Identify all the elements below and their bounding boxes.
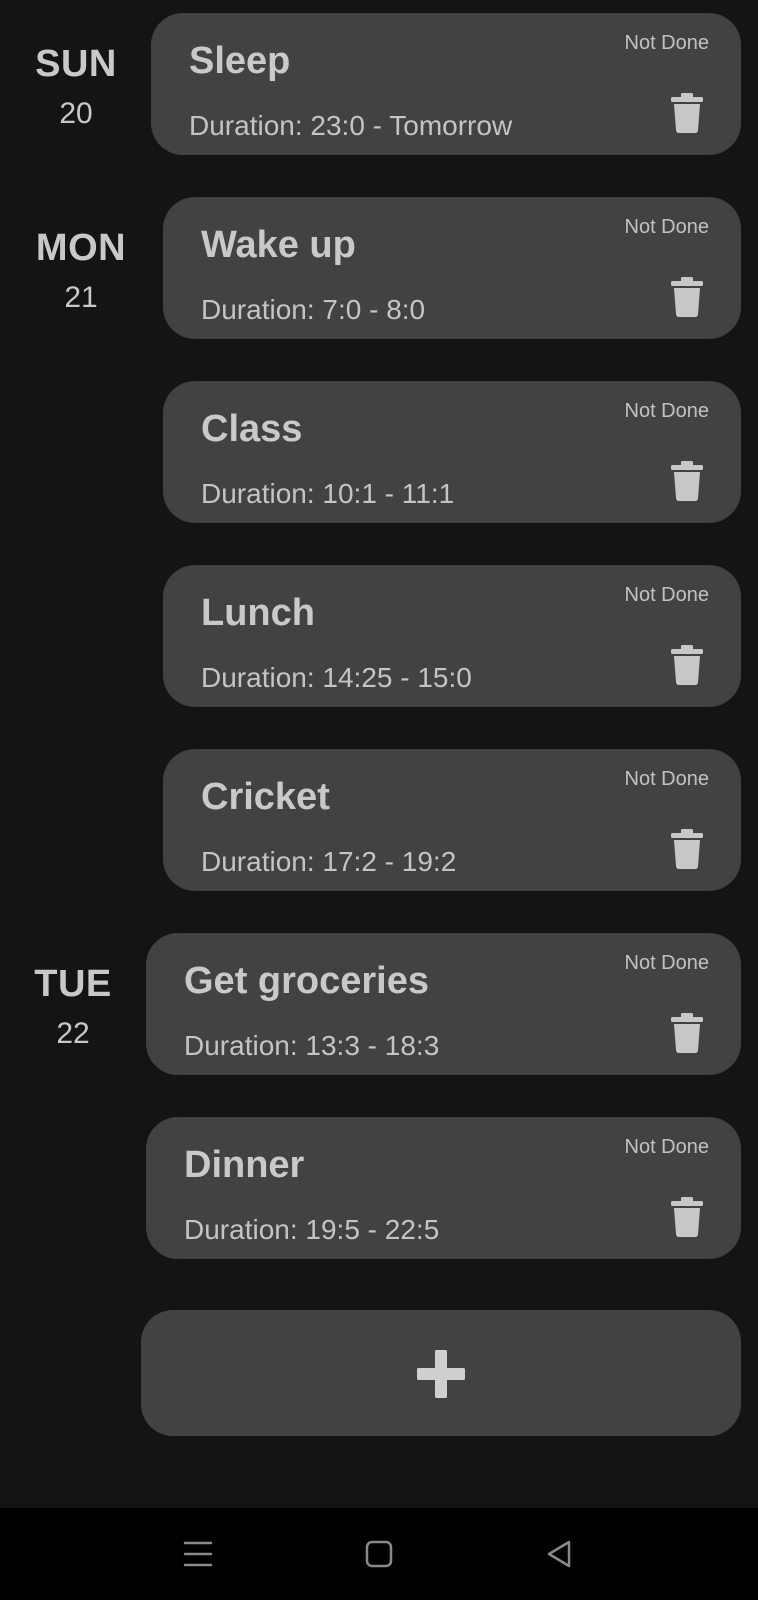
task-duration: Duration: 23:0 - Tomorrow	[189, 110, 513, 141]
trash-icon[interactable]	[671, 1013, 703, 1053]
day-of-month: 20	[59, 97, 93, 130]
task-duration: Duration: 17:2 - 19:2	[201, 846, 457, 877]
trash-icon[interactable]	[671, 93, 703, 133]
task-card[interactable]: Class Duration: 10:1 - 11:1 Not Done	[163, 381, 741, 523]
day-of-week: MON	[35, 227, 127, 269]
task-title: Wake up	[201, 224, 356, 266]
task-status[interactable]: Not Done	[625, 951, 710, 975]
back-icon[interactable]	[536, 1530, 584, 1578]
task-status[interactable]: Not Done	[625, 399, 710, 423]
day-of-month: 21	[64, 281, 98, 314]
plus-icon	[417, 1350, 465, 1398]
trash-icon[interactable]	[671, 277, 703, 317]
task-title: Lunch	[201, 592, 315, 634]
task-card[interactable]: Wake up Duration: 7:0 - 8:0 Not Done	[163, 197, 741, 339]
trash-icon[interactable]	[671, 645, 703, 685]
task-status[interactable]: Not Done	[625, 767, 710, 791]
day-label-sun: SUN 20	[28, 42, 124, 132]
task-duration: Duration: 19:5 - 22:5	[184, 1214, 440, 1245]
trash-icon[interactable]	[671, 1197, 703, 1237]
task-title: Cricket	[201, 776, 330, 818]
task-status[interactable]: Not Done	[625, 583, 710, 607]
task-status[interactable]: Not Done	[625, 215, 710, 239]
schedule-screen: SUN 20 MON 21 TUE 22 Sleep Duration: 23:…	[0, 0, 758, 1600]
add-task-button[interactable]	[141, 1310, 741, 1436]
home-icon[interactable]	[355, 1530, 403, 1578]
trash-icon[interactable]	[671, 461, 703, 501]
day-label-tue: TUE 22	[28, 962, 118, 1052]
day-label-mon: MON 21	[28, 226, 134, 316]
trash-icon[interactable]	[671, 829, 703, 869]
task-status[interactable]: Not Done	[625, 31, 710, 55]
task-duration: Duration: 7:0 - 8:0	[201, 294, 426, 325]
task-title: Class	[201, 408, 303, 450]
task-duration: Duration: 14:25 - 15:0	[201, 662, 472, 693]
task-duration: Duration: 10:1 - 11:1	[201, 478, 455, 509]
day-of-week: TUE	[34, 963, 112, 1005]
task-title: Dinner	[184, 1144, 305, 1186]
day-of-month: 22	[56, 1017, 90, 1050]
task-title: Get groceries	[184, 960, 429, 1002]
menu-icon[interactable]	[174, 1530, 222, 1578]
task-title: Sleep	[189, 40, 291, 82]
task-card[interactable]: Lunch Duration: 14:25 - 15:0 Not Done	[163, 565, 741, 707]
task-card[interactable]: Sleep Duration: 23:0 - Tomorrow Not Done	[151, 13, 741, 155]
task-status[interactable]: Not Done	[625, 1135, 710, 1159]
task-card[interactable]: Dinner Duration: 19:5 - 22:5 Not Done	[146, 1117, 741, 1259]
task-card[interactable]: Get groceries Duration: 13:3 - 18:3 Not …	[146, 933, 741, 1075]
task-duration: Duration: 13:3 - 18:3	[184, 1030, 440, 1061]
task-card[interactable]: Cricket Duration: 17:2 - 19:2 Not Done	[163, 749, 741, 891]
system-nav-bar	[0, 1508, 758, 1600]
day-of-week: SUN	[35, 43, 117, 85]
